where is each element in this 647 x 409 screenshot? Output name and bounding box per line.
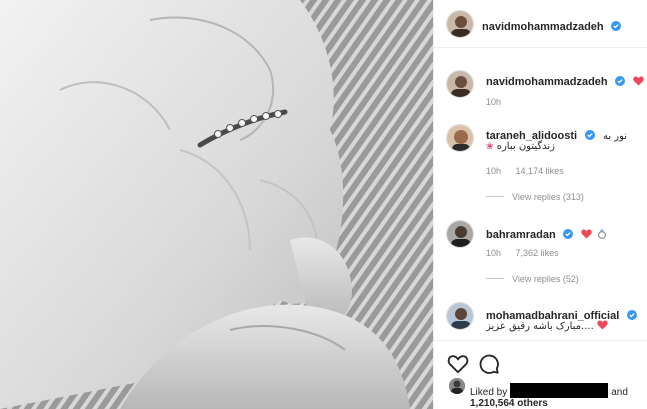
- caption-meta: 10h: [486, 97, 513, 107]
- liked-by-prefix: Liked by: [470, 387, 508, 398]
- comment-text-row: ....مبارک باشه رفیق عزیز: [486, 320, 610, 334]
- author-avatar[interactable]: [446, 10, 474, 38]
- view-replies-button[interactable]: View replies (313): [486, 192, 584, 202]
- comment-time: 10h: [486, 248, 502, 258]
- comment-text-line1: نور به: [602, 131, 628, 142]
- liker-avatar[interactable]: [449, 378, 465, 394]
- verified-badge-icon: [626, 310, 637, 320]
- redacted-username: [510, 383, 609, 398]
- verified-badge-icon: [584, 130, 595, 140]
- comment-avatar[interactable]: [446, 220, 474, 248]
- comment-time: 10h: [486, 166, 502, 176]
- post-image: [0, 0, 433, 409]
- view-replies-button[interactable]: View replies (52): [486, 274, 579, 284]
- comment-header: bahramradan: [486, 225, 607, 243]
- verified-badge-icon: [563, 229, 574, 239]
- likes-count[interactable]: 1,210,564 others: [470, 398, 548, 409]
- caption-avatar[interactable]: [446, 70, 474, 98]
- post-sidebar: navidmohammadzadeh navidmohammadzadeh 10…: [433, 0, 647, 409]
- post-header: navidmohammadzadeh: [434, 0, 647, 48]
- heart-emoji-icon: [580, 229, 592, 239]
- view-replies-label[interactable]: View replies (52): [512, 274, 579, 284]
- post-actions: Liked by and 1,210,564 others: [434, 340, 647, 409]
- heart-outline-icon[interactable]: [447, 353, 469, 375]
- post-photo: [0, 0, 433, 409]
- ring-emoji-icon: [598, 228, 607, 239]
- verified-badge-icon: [615, 76, 626, 86]
- tulip-emoji-icon: ❀: [486, 142, 494, 152]
- comment-avatar[interactable]: [446, 124, 474, 152]
- view-replies-label[interactable]: View replies (313): [512, 192, 584, 202]
- comment-icon[interactable]: [478, 353, 500, 375]
- comment-meta: 10h 14,174 likes: [486, 166, 576, 176]
- caption-username[interactable]: navidmohammadzadeh: [486, 76, 608, 88]
- comment-avatar[interactable]: [446, 302, 474, 330]
- author-username[interactable]: navidmohammadzadeh: [482, 21, 604, 33]
- replies-divider: [486, 196, 504, 197]
- header-username-row: navidmohammadzadeh: [482, 17, 622, 35]
- heart-emoji-icon: [632, 76, 644, 86]
- caption-row: navidmohammadzadeh: [486, 72, 644, 90]
- comment-meta: 10h 7,362 likes: [486, 248, 571, 258]
- comment-text: زندگیتون بباره: [496, 141, 555, 152]
- comment-likes[interactable]: 14,174 likes: [516, 166, 564, 176]
- replies-divider: [486, 278, 504, 279]
- comment-username[interactable]: bahramradan: [486, 229, 556, 241]
- liked-by-line: Liked by and: [470, 383, 628, 398]
- caption-time: 10h: [486, 97, 502, 107]
- comment-text-line2: زندگیتون بباره ❀: [486, 140, 555, 154]
- verified-badge-icon: [611, 21, 622, 31]
- comment-likes[interactable]: 7,362 likes: [516, 248, 559, 258]
- liked-by-suffix: and: [611, 387, 628, 398]
- heart-emoji-icon: [597, 320, 608, 330]
- comment-text: ....مبارک باشه رفیق عزیز: [486, 321, 594, 332]
